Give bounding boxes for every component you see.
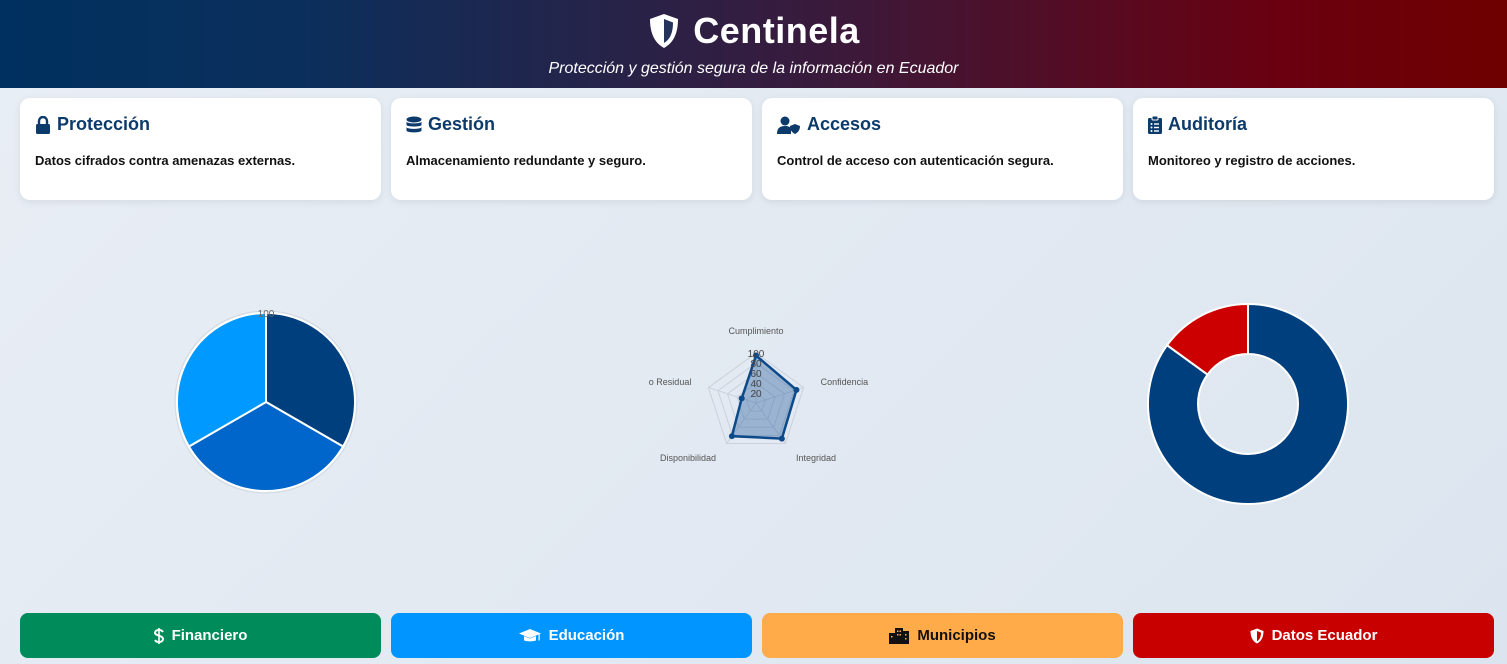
page-title: Centinela (693, 10, 860, 51)
card-title: Auditoría (1168, 114, 1247, 134)
financiero-button[interactable]: Financiero (20, 613, 381, 658)
button-label: Financiero (171, 627, 248, 644)
card-description: Control de acceso con autenticación segu… (777, 153, 1054, 168)
card-proteccion: Protección Datos cifrados contra amenaza… (20, 98, 381, 200)
radar-point[interactable] (793, 386, 800, 393)
brand: Centinela (0, 10, 1507, 52)
doughnut-chart (1147, 302, 1349, 505)
radar-point[interactable] (728, 433, 735, 440)
user-shield-icon (777, 116, 801, 134)
header: Centinela Protección y gestión segura de… (0, 0, 1507, 88)
button-label: Educación (548, 627, 625, 644)
category-buttons: Financiero Educación Municipios Datos Ec… (20, 613, 1494, 658)
radar-point[interactable] (738, 395, 745, 402)
municipios-button[interactable]: Municipios (762, 613, 1123, 658)
card-title: Gestión (428, 114, 496, 134)
radar-axis-label: o Residual (649, 377, 692, 387)
button-label: Datos Ecuador (1271, 627, 1378, 644)
card-title: Protección (57, 114, 151, 134)
polar-area-chart: 100 (174, 309, 358, 494)
dollar-icon (153, 627, 164, 644)
button-label: Municipios (917, 627, 996, 644)
tagline: Protección y gestión segura de la inform… (548, 60, 959, 77)
city-icon (889, 627, 910, 644)
datos-ecuador-button[interactable]: Datos Ecuador (1133, 613, 1494, 658)
radar-axis-label: Integridad (796, 453, 836, 463)
feature-cards: Protección Datos cifrados contra amenaza… (20, 98, 1494, 200)
clipboard-list-icon (1148, 115, 1162, 134)
database-icon (406, 116, 422, 134)
card-description: Monitoreo y registro de acciones. (1148, 153, 1356, 168)
card-auditoria: Auditoría Monitoreo y registro de accion… (1133, 98, 1494, 200)
card-accesos: Accesos Control de acceso con autenticac… (762, 98, 1123, 200)
polar-tick-label: 100 (258, 309, 275, 320)
card-gestion: Gestión Almacenamiento redundante y segu… (391, 98, 752, 200)
radar-point[interactable] (778, 435, 785, 442)
card-description: Almacenamiento redundante y seguro. (406, 153, 646, 168)
shield-icon (647, 12, 681, 50)
charts-area: 100 100 80 60 40 20 Cumplimiento Confidencia In… (0, 288, 1507, 518)
radar-axis-label: Disponibilidad (660, 453, 716, 463)
radar-axis-label: Cumplimiento (728, 326, 783, 336)
lock-icon (35, 115, 51, 134)
radar-tick-label: 20 (750, 389, 762, 400)
graduation-cap-icon (518, 628, 541, 644)
card-description: Datos cifrados contra amenazas externas. (35, 153, 296, 168)
shield-icon (1250, 628, 1264, 644)
radar-chart: 10080604020CumplimientoConfidenciaIntegr… (649, 326, 869, 463)
educacion-button[interactable]: Educación (391, 613, 752, 658)
card-title: Accesos (807, 114, 882, 134)
radar-axis-label: Confidencia (821, 377, 869, 387)
